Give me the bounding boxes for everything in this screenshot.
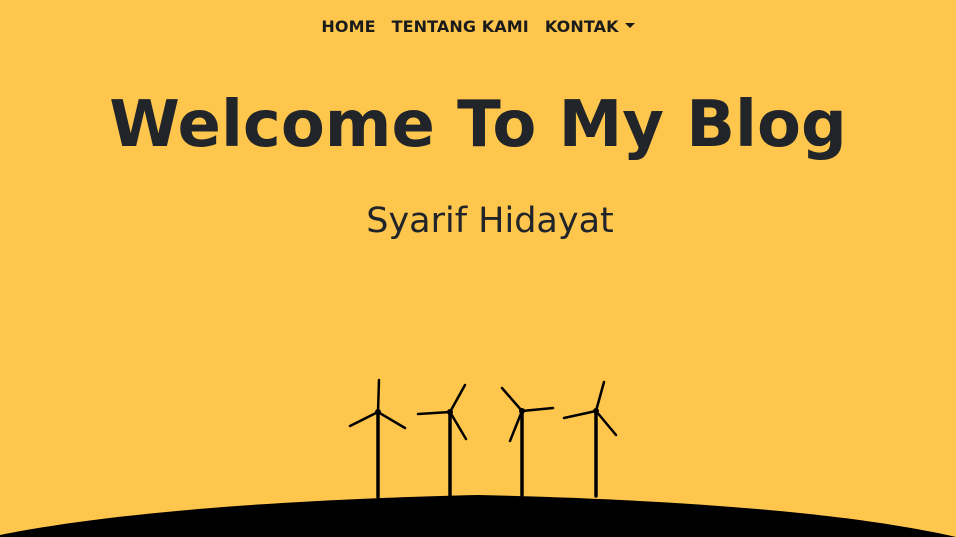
caret-down-icon <box>624 22 635 28</box>
wind-turbine-icon <box>416 383 468 497</box>
nav-link-home[interactable]: HOME <box>313 17 383 36</box>
nav-link-kontak-label: KONTAK <box>544 16 619 36</box>
wind-turbine-icon <box>562 380 618 498</box>
hero-subtitle: Syarif Hidayat <box>366 201 614 241</box>
wind-turbine-icon <box>348 378 407 499</box>
wind-turbines-illustration <box>0 378 956 537</box>
nav-list: HOME TENTANG KAMI KONTAK <box>313 17 642 36</box>
page: HOME TENTANG KAMI KONTAK Welcome To My B… <box>0 0 956 537</box>
hero-title: Welcome To My Blog <box>109 88 847 162</box>
hill-silhouette <box>0 495 956 537</box>
nav-item-kontak: KONTAK <box>537 17 643 36</box>
nav-item-home: HOME <box>313 17 383 36</box>
nav-link-tentang-kami[interactable]: TENTANG KAMI <box>384 17 537 36</box>
nav-item-tentang-kami: TENTANG KAMI <box>384 17 537 36</box>
nav-link-kontak-dropdown[interactable]: KONTAK <box>537 17 643 36</box>
wind-turbine-icon <box>500 386 555 497</box>
navbar: HOME TENTANG KAMI KONTAK <box>0 0 956 52</box>
